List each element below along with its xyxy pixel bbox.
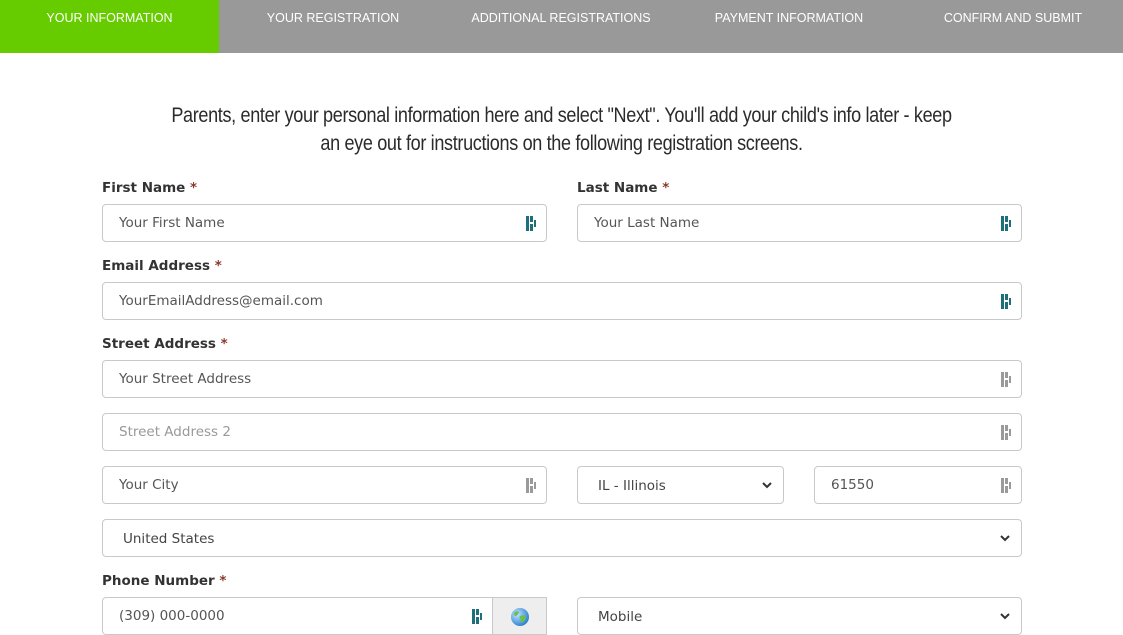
- globe-icon: [511, 608, 529, 626]
- city-input[interactable]: [103, 467, 546, 503]
- phone-field[interactable]: [102, 597, 493, 635]
- step-confirm-and-submit[interactable]: CONFIRM AND SUBMIT: [903, 0, 1123, 53]
- first-name-label: First Name *: [102, 180, 197, 196]
- phone-label-text: Phone Number: [102, 573, 215, 589]
- street-address-input[interactable]: [103, 361, 1021, 397]
- password-manager-icon[interactable]: [1001, 478, 1013, 493]
- password-manager-icon[interactable]: [1001, 294, 1013, 309]
- required-asterisk: *: [220, 336, 228, 352]
- step-additional-registrations[interactable]: ADDITIONAL REGISTRATIONS: [447, 0, 675, 53]
- street-address-2-input[interactable]: [103, 414, 1021, 450]
- state-selected-value: IL - Illinois: [598, 478, 666, 494]
- password-manager-icon[interactable]: [1001, 372, 1013, 387]
- last-name-label: Last Name *: [577, 180, 669, 196]
- chevron-down-icon: [762, 482, 772, 489]
- email-input[interactable]: [103, 283, 1021, 319]
- zip-input[interactable]: [815, 467, 1021, 503]
- phone-input[interactable]: [103, 598, 492, 634]
- phone-type-select[interactable]: Mobile: [577, 597, 1022, 635]
- required-asterisk: *: [219, 573, 227, 589]
- required-asterisk: *: [214, 258, 222, 274]
- step-your-registration[interactable]: YOUR REGISTRATION: [219, 0, 447, 53]
- chevron-down-icon: [1000, 613, 1010, 620]
- password-manager-icon[interactable]: [526, 478, 538, 493]
- country-selected-value: United States: [123, 531, 215, 547]
- email-label: Email Address *: [102, 258, 222, 274]
- last-name-input[interactable]: [578, 205, 1021, 241]
- first-name-input[interactable]: [103, 205, 546, 241]
- required-asterisk: *: [190, 180, 198, 196]
- phone-type-selected-value: Mobile: [598, 609, 643, 625]
- email-field[interactable]: [102, 282, 1022, 320]
- password-manager-icon[interactable]: [526, 216, 538, 231]
- zip-field[interactable]: [814, 466, 1022, 504]
- chevron-down-icon: [1000, 535, 1010, 542]
- password-manager-icon[interactable]: [1001, 425, 1013, 440]
- street-address-2-field[interactable]: [102, 413, 1022, 451]
- phone-label: Phone Number *: [102, 573, 226, 589]
- first-name-label-text: First Name: [102, 180, 186, 196]
- step-your-information[interactable]: YOUR INFORMATION: [0, 0, 219, 53]
- last-name-label-text: Last Name: [577, 180, 658, 196]
- required-asterisk: *: [662, 180, 670, 196]
- street-address-field[interactable]: [102, 360, 1022, 398]
- first-name-field[interactable]: [102, 204, 547, 242]
- state-select[interactable]: IL - Illinois: [577, 466, 784, 504]
- street-address-label-text: Street Address: [102, 336, 216, 352]
- step-payment-information[interactable]: PAYMENT INFORMATION: [675, 0, 903, 53]
- registration-steps-nav: YOUR INFORMATION YOUR REGISTRATION ADDIT…: [0, 0, 1123, 53]
- email-label-text: Email Address: [102, 258, 211, 274]
- country-select[interactable]: United States: [102, 519, 1022, 557]
- password-manager-icon[interactable]: [472, 609, 484, 624]
- city-field[interactable]: [102, 466, 547, 504]
- phone-country-button[interactable]: [492, 597, 547, 635]
- last-name-field[interactable]: [577, 204, 1022, 242]
- intro-instructions: Parents, enter your personal information…: [171, 104, 952, 155]
- street-address-label: Street Address *: [102, 336, 228, 352]
- password-manager-icon[interactable]: [1001, 216, 1013, 231]
